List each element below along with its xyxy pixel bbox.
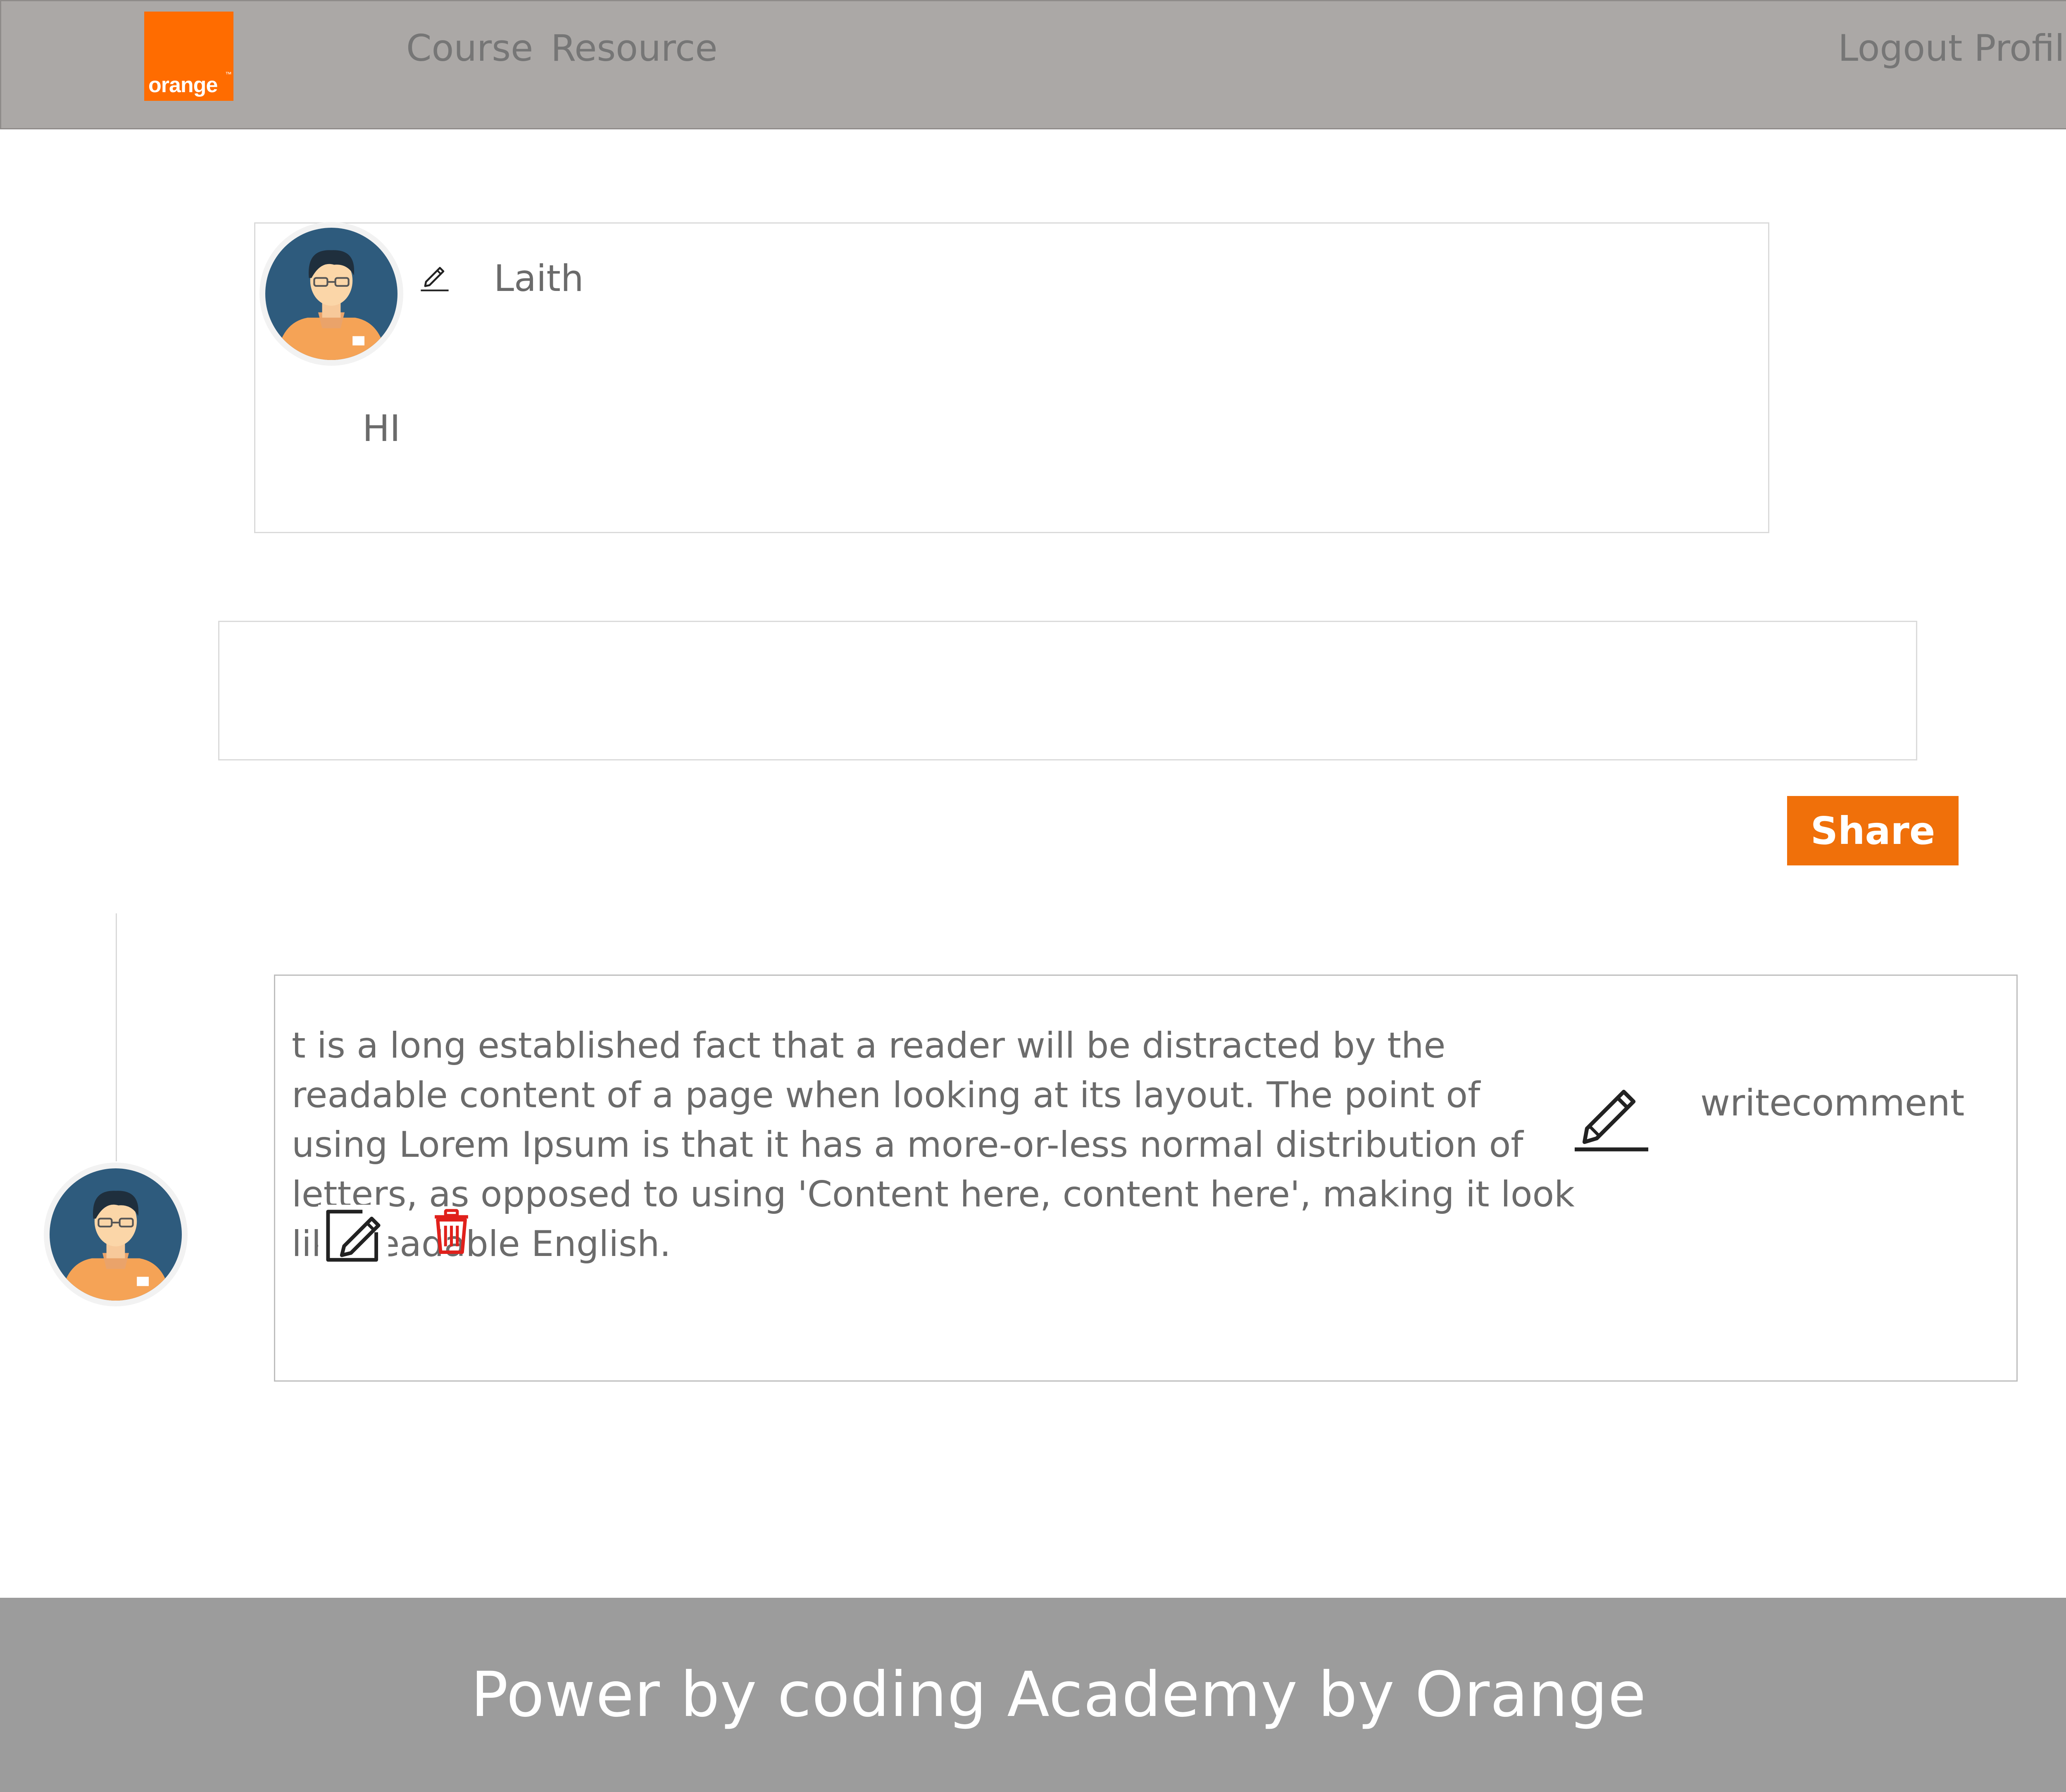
profile-link[interactable]: Profile: [1974, 27, 2066, 69]
post-body-text: HI: [362, 407, 401, 450]
comment-edit-icon[interactable]: [318, 1205, 388, 1267]
logo-trademark: ™: [225, 71, 232, 78]
write-comment-link[interactable]: writecomment: [1700, 1085, 1964, 1121]
logo-text: orange: [148, 73, 218, 97]
post-edit-pencil-icon[interactable]: [417, 258, 452, 293]
nav-link-course[interactable]: Course: [406, 30, 533, 67]
top-navbar: orange ™ Course Resource Logout Profile: [0, 0, 2066, 129]
comment-delete-trash-icon[interactable]: [432, 1209, 471, 1254]
nav-link-course-label[interactable]: Course: [406, 27, 533, 69]
nav-link-resource[interactable]: Resource: [551, 30, 718, 67]
share-button[interactable]: Share: [1787, 796, 1959, 865]
page-footer: Power by coding Academy by Orange: [0, 1598, 2066, 1792]
post-card: [254, 222, 1769, 533]
comment-input[interactable]: [218, 621, 1917, 760]
footer-text: Power by coding Academy by Orange: [471, 1659, 1647, 1731]
comment-author-avatar: [44, 1163, 188, 1306]
post-author-name: Laith: [494, 257, 584, 300]
user-avatar-icon: [50, 1168, 182, 1301]
write-comment-pencil-icon[interactable]: [1574, 1075, 1649, 1153]
nav-link-resource-label[interactable]: Resource: [551, 27, 718, 69]
account-links: Logout Profile: [1838, 30, 2066, 67]
user-avatar-icon: [265, 228, 397, 360]
post-author-avatar: [259, 222, 403, 366]
orange-logo[interactable]: orange ™: [144, 12, 233, 101]
comment-thread-line: [116, 913, 117, 1161]
logout-link[interactable]: Logout: [1838, 27, 1962, 69]
comment-text: t is a long established fact that a read…: [292, 1025, 1575, 1265]
